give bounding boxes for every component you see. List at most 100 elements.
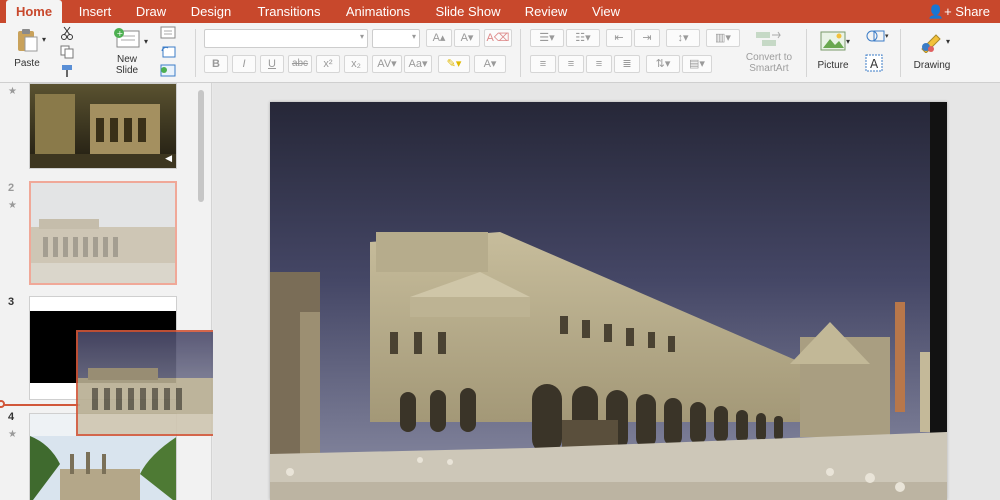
thumbnail-panel-scrollbar[interactable] bbox=[198, 90, 204, 202]
slide-4-number: 4 bbox=[8, 411, 15, 423]
paste-label: Paste bbox=[14, 58, 40, 69]
new-slide-icon: + bbox=[114, 28, 140, 48]
paste-dropdown[interactable]: ▾ bbox=[42, 35, 46, 44]
text-direction-button[interactable]: ⇅▾ bbox=[646, 55, 680, 73]
font-color-icon: A▾ bbox=[483, 58, 497, 70]
picture-dropdown[interactable]: ▾ bbox=[846, 37, 850, 46]
slide-2-number: 2 bbox=[8, 182, 15, 194]
tab-slide-show[interactable]: Slide Show bbox=[428, 0, 508, 23]
columns-icon: ▥▾ bbox=[715, 32, 731, 44]
increase-font-size-button[interactable]: A▴ bbox=[426, 29, 452, 47]
tab-design[interactable]: Design bbox=[182, 0, 240, 23]
tab-view[interactable]: View bbox=[584, 0, 628, 23]
reset-icon[interactable] bbox=[160, 45, 180, 59]
new-slide-dropdown[interactable]: ▾ bbox=[144, 37, 148, 46]
convert-label-2: SmartArt bbox=[749, 63, 789, 74]
bullets-button[interactable]: ☰▾ bbox=[530, 29, 564, 47]
clear-formatting-button[interactable]: A⌫ bbox=[484, 29, 512, 47]
share-button[interactable]: 👤+ Share bbox=[928, 0, 990, 23]
add-person-icon: 👤+ bbox=[927, 4, 952, 19]
font-name-field[interactable]: ▾ bbox=[204, 29, 368, 48]
slide-main-image bbox=[270, 102, 947, 500]
highlight-button[interactable]: ✎▾ bbox=[438, 55, 470, 73]
convert-to-smartart-button[interactable]: Convert to SmartArt bbox=[742, 29, 796, 79]
font-color-button[interactable]: A▾ bbox=[474, 55, 506, 73]
outdent-icon: ⇤ bbox=[614, 32, 624, 44]
align-right-button[interactable]: ≡ bbox=[586, 55, 612, 73]
slide-1-image bbox=[30, 84, 176, 168]
character-spacing-button[interactable]: AV▾ bbox=[372, 55, 402, 73]
drawing-dropdown[interactable]: ▾ bbox=[946, 37, 950, 46]
shapes-icon[interactable]: ▾ bbox=[864, 27, 890, 45]
numbered-list-icon: ☷▾ bbox=[575, 32, 591, 44]
svg-text:A: A bbox=[870, 57, 879, 71]
decrease-font-size-button[interactable]: A▾ bbox=[454, 29, 480, 47]
current-slide[interactable] bbox=[270, 102, 947, 500]
ribbon-home: Paste ▾ + New Slide ▾ ▾ ▾ A▴ A▾ A⌫ B I U… bbox=[0, 23, 1000, 83]
slide-thumbnail-1[interactable]: ◀ bbox=[29, 83, 177, 169]
align-text-icon: ▤▾ bbox=[689, 58, 705, 70]
text-box-icon[interactable]: A bbox=[864, 53, 886, 73]
svg-text:▾: ▾ bbox=[885, 32, 889, 40]
copy-icon[interactable] bbox=[60, 45, 76, 59]
bullet-list-icon: ☰▾ bbox=[539, 32, 555, 44]
dragged-slide-image bbox=[78, 332, 230, 434]
tab-home[interactable]: Home bbox=[6, 0, 62, 23]
indent-icon: ⇥ bbox=[642, 32, 652, 44]
justify-icon: ≣ bbox=[622, 58, 632, 70]
underline-button[interactable]: U bbox=[260, 55, 284, 73]
decrease-indent-button[interactable]: ⇤ bbox=[606, 29, 632, 47]
new-slide-label-1: New bbox=[116, 54, 137, 65]
cut-icon[interactable] bbox=[60, 26, 74, 40]
align-right-icon: ≡ bbox=[595, 58, 603, 70]
align-center-button[interactable]: ≡ bbox=[558, 55, 584, 73]
slide-3-number: 3 bbox=[8, 296, 15, 308]
font-size-field[interactable]: ▾ bbox=[372, 29, 420, 48]
svg-text:+: + bbox=[117, 29, 124, 38]
new-slide-label-2: Slide bbox=[115, 65, 139, 76]
align-text-button[interactable]: ▤▾ bbox=[682, 55, 712, 73]
increase-indent-button[interactable]: ⇥ bbox=[634, 29, 660, 47]
picture-icon bbox=[820, 31, 846, 51]
dragged-slide-thumbnail[interactable] bbox=[76, 330, 232, 436]
smartart-icon bbox=[756, 31, 781, 46]
tab-insert[interactable]: Insert bbox=[70, 0, 120, 23]
tab-transitions[interactable]: Transitions bbox=[250, 0, 328, 23]
character-spacing-icon: AV▾ bbox=[377, 58, 397, 70]
drop-insertion-line bbox=[0, 404, 80, 406]
line-spacing-icon: ↕▾ bbox=[677, 32, 689, 44]
layout-icon[interactable] bbox=[160, 26, 180, 40]
line-spacing-button[interactable]: ↕▾ bbox=[666, 29, 700, 47]
superscript-button[interactable]: x² bbox=[316, 55, 340, 73]
change-case-icon: Aa▾ bbox=[408, 58, 428, 70]
eraser-icon: A⌫ bbox=[486, 32, 510, 44]
format-painter-icon[interactable] bbox=[60, 64, 76, 78]
italic-button[interactable]: I bbox=[232, 55, 256, 73]
slide-4-animation-star: ★ bbox=[8, 429, 17, 440]
strikethrough-button[interactable]: abc bbox=[288, 55, 312, 73]
slide-1-animation-star: ★ bbox=[8, 86, 17, 97]
ribbon-tab-bar: Home Insert Draw Design Transitions Anim… bbox=[0, 0, 1000, 23]
section-icon[interactable] bbox=[160, 64, 180, 78]
tab-animations[interactable]: Animations bbox=[338, 0, 418, 23]
tab-draw[interactable]: Draw bbox=[128, 0, 174, 23]
subscript-button[interactable]: x₂ bbox=[344, 55, 368, 73]
slide-2-animation-star: ★ bbox=[8, 200, 17, 211]
change-case-button[interactable]: Aa▾ bbox=[404, 55, 432, 73]
share-label: Share bbox=[955, 4, 990, 19]
align-left-icon: ≡ bbox=[539, 58, 547, 70]
justify-button[interactable]: ≣ bbox=[614, 55, 640, 73]
bold-button[interactable]: B bbox=[204, 55, 228, 73]
slide-2-image bbox=[31, 183, 175, 283]
slide-thumbnail-2[interactable] bbox=[29, 181, 177, 285]
numbering-button[interactable]: ☷▾ bbox=[566, 29, 600, 47]
align-center-icon: ≡ bbox=[567, 58, 575, 70]
picture-label: Picture bbox=[817, 60, 849, 71]
drawing-label: Drawing bbox=[913, 60, 951, 71]
columns-button[interactable]: ▥▾ bbox=[706, 29, 740, 47]
new-slide-button[interactable]: + New Slide bbox=[106, 27, 148, 79]
highlighter-icon: ✎▾ bbox=[446, 58, 462, 70]
align-left-button[interactable]: ≡ bbox=[530, 55, 556, 73]
convert-label-1: Convert to bbox=[745, 52, 793, 63]
tab-review[interactable]: Review bbox=[518, 0, 574, 23]
